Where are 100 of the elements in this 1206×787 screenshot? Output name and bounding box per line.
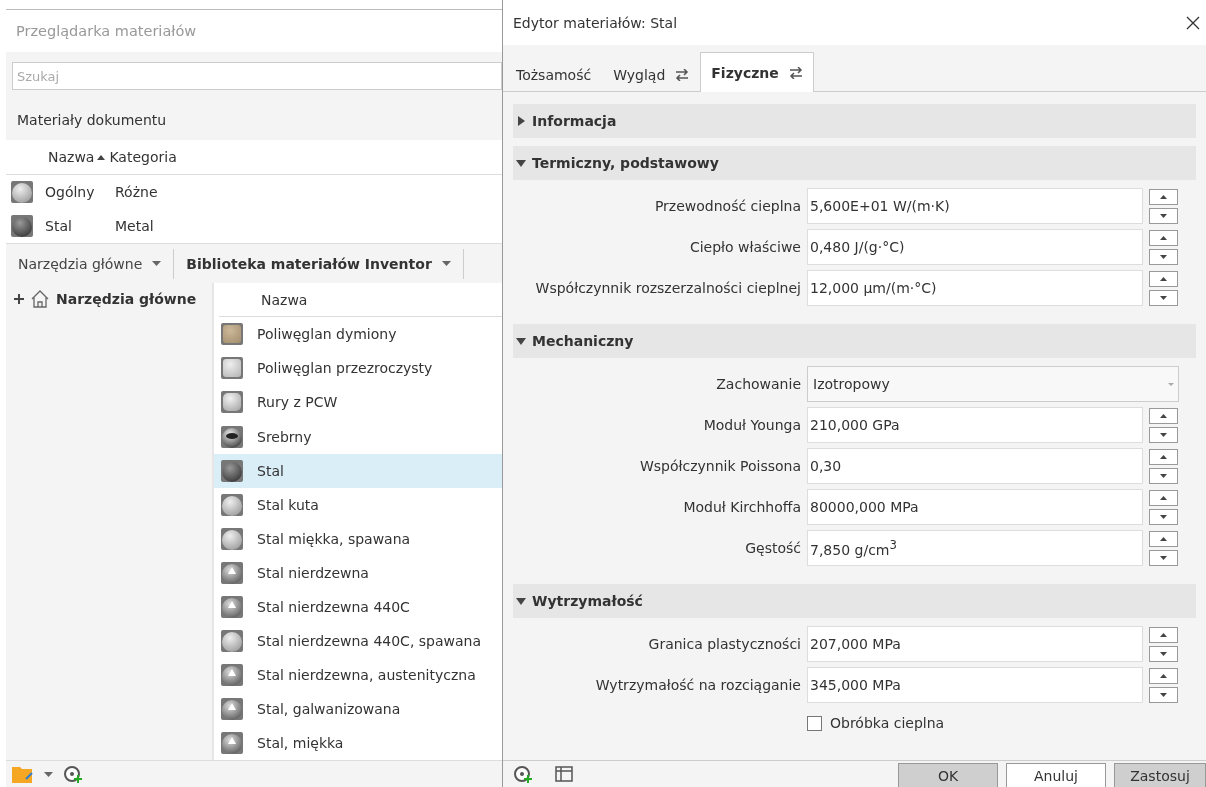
material-list-item[interactable]: Poliwęglan dymiony [214, 317, 502, 352]
down-arrow-icon [1160, 295, 1167, 300]
dropdown-arrow-icon[interactable] [152, 261, 162, 266]
value-field[interactable]: 207,000 MPa [807, 626, 1143, 662]
decrement-button[interactable] [1149, 289, 1178, 306]
field-label: Moduł Younga [702, 417, 801, 433]
dialog-button[interactable]: Zastosuj [1114, 763, 1206, 787]
section-header[interactable]: Wytrzymałość [513, 584, 1196, 618]
library-tab[interactable]: Narzędzia główne [6, 248, 175, 279]
increment-button[interactable] [1149, 188, 1178, 205]
material-swatch-icon [221, 595, 243, 618]
up-arrow-icon [1160, 536, 1167, 541]
dialog-button[interactable]: Anuluj [1006, 763, 1106, 787]
behavior-dropdown[interactable]: Izotropowy [807, 366, 1179, 402]
material-list-item[interactable]: Stal [214, 453, 502, 488]
value-field[interactable]: 210,000 GPa [807, 407, 1143, 443]
material-swatch-icon [11, 181, 33, 203]
value-field[interactable]: 80000,000 MPa [807, 489, 1143, 525]
material-list-item[interactable]: Rury z PCW [214, 385, 502, 420]
section-header[interactable]: Termiczny, podstawowy [513, 146, 1196, 180]
material-swatch-icon [11, 215, 33, 237]
collapse-triangle-icon[interactable] [516, 336, 526, 346]
library-tab[interactable]: Biblioteka materiałów Inventor [174, 248, 464, 279]
field-label: Gęstość [744, 540, 801, 556]
expand-triangle-icon[interactable] [516, 116, 526, 126]
increment-button[interactable] [1149, 626, 1178, 643]
material-list-item[interactable]: Stal, galwanizowana [214, 691, 502, 726]
up-arrow-icon [1160, 194, 1167, 199]
value-field[interactable]: 7,850 g/cm$^{3}$ [807, 530, 1143, 566]
material-list-item[interactable]: Stal miękka, spawana [214, 521, 502, 556]
table-cell-text: Metal [115, 218, 155, 234]
tree-item[interactable]: Narzędzia główne [14, 289, 204, 309]
material-list-item[interactable]: Stal nierdzewna 440C [214, 589, 502, 624]
material-swatch-icon [221, 391, 243, 414]
material-swatch-icon [221, 731, 243, 754]
decrement-button[interactable] [1149, 467, 1178, 484]
tab[interactable]: Wygląd [602, 56, 701, 92]
section-header: Materiały dokumentu [16, 111, 168, 130]
material-swatch-icon [221, 493, 243, 516]
increment-button[interactable] [1149, 407, 1178, 424]
decrement-button[interactable] [1149, 207, 1178, 224]
material-swatch-icon [221, 425, 243, 448]
material-list-item[interactable]: Stal kuta [214, 487, 502, 522]
tab[interactable]: Fizyczne [700, 52, 814, 92]
material-swatch-icon [221, 459, 243, 482]
down-arrow-icon [1160, 555, 1167, 560]
section-header[interactable]: Informacja [513, 104, 1196, 138]
dialog-title: Edytor materiałów: Stal [513, 14, 678, 31]
column-header[interactable]: Nazwa [48, 149, 106, 165]
column-header[interactable]: Kategoria [109, 149, 177, 165]
field-label: Wytrzymałość na rozciąganie [594, 677, 801, 693]
dropdown-arrow-icon[interactable] [44, 771, 53, 777]
sort-ascending-icon [97, 154, 106, 160]
material-list-item[interactable]: Stal nierdzewna 440C, spawana [214, 623, 502, 658]
up-arrow-icon [1160, 454, 1167, 459]
plus-icon[interactable] [14, 294, 24, 304]
material-list-item[interactable]: Srebrny [214, 419, 502, 454]
decrement-button[interactable] [1149, 426, 1178, 443]
add-material-icon[interactable] [513, 765, 533, 783]
decrement-button[interactable] [1149, 686, 1178, 703]
add-material-icon[interactable] [63, 765, 83, 783]
collapse-triangle-icon[interactable] [516, 158, 526, 168]
decrement-button[interactable] [1149, 645, 1178, 662]
home-icon [30, 289, 50, 309]
field-label: Granica plastyczności [647, 636, 801, 652]
tab[interactable]: Tożsamość [505, 56, 603, 92]
decrement-button[interactable] [1149, 549, 1178, 566]
folder-icon[interactable] [12, 765, 34, 783]
material-swatch-icon [221, 561, 243, 584]
value-field[interactable]: 345,000 MPa [807, 667, 1143, 703]
increment-button[interactable] [1149, 530, 1178, 547]
panel-title: Przeglądarka materiałów [15, 22, 198, 41]
material-list-item[interactable]: Poliwęglan przezroczysty [214, 351, 502, 386]
close-icon[interactable] [1186, 15, 1200, 30]
material-list-item[interactable]: Stal nierdzewna, austenityczna [214, 657, 502, 692]
material-list-item[interactable]: Stal, miękka [214, 725, 502, 760]
down-arrow-icon [1160, 473, 1167, 478]
decrement-button[interactable] [1149, 248, 1178, 265]
increment-button[interactable] [1149, 489, 1178, 506]
collapse-triangle-icon[interactable] [516, 596, 526, 606]
value-field[interactable]: 12,000 µm/(m·°C) [807, 270, 1143, 306]
decrement-button[interactable] [1149, 508, 1178, 525]
down-arrow-icon [1160, 651, 1167, 656]
panel-layout-icon[interactable] [555, 766, 573, 782]
value-field[interactable]: 0,480 J/(g·°C) [807, 229, 1143, 265]
material-list-item[interactable]: Stal nierdzewna [214, 555, 502, 590]
increment-button[interactable] [1149, 448, 1178, 465]
increment-button[interactable] [1149, 270, 1178, 287]
value-field[interactable]: 0,30 [807, 448, 1143, 484]
table-cell-text: Ogólny [45, 184, 96, 200]
section-header[interactable]: Mechaniczny [513, 324, 1196, 358]
field-label: Współczynnik rozszerzalności cieplnej [534, 280, 801, 296]
increment-button[interactable] [1149, 229, 1178, 246]
dropdown-arrow-icon[interactable] [441, 261, 451, 266]
dialog-button[interactable]: OK [898, 763, 998, 787]
value-field[interactable]: 5,600E+01 W/(m·K) [807, 188, 1143, 224]
checkbox[interactable] [807, 715, 822, 731]
search-field[interactable]: Szukaj [12, 62, 502, 90]
table-cell-text: Stal [45, 218, 73, 234]
increment-button[interactable] [1149, 667, 1178, 684]
